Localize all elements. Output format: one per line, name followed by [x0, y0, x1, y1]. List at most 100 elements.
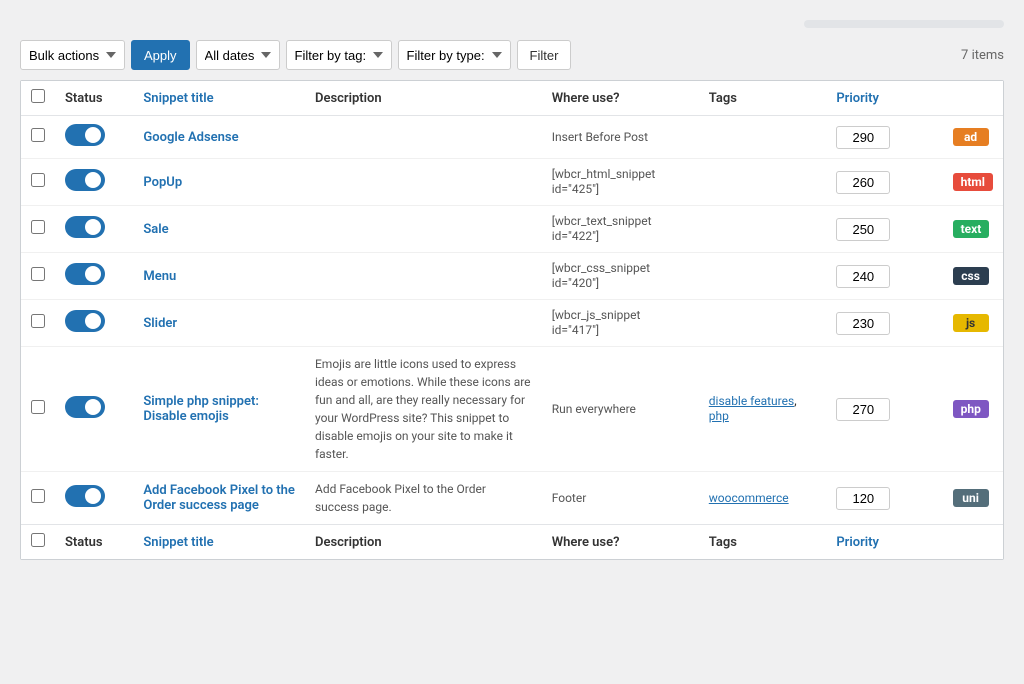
snippets-table: Status Snippet title Description Where u…	[21, 81, 1003, 559]
filter-by-tag-select[interactable]: Filter by tag:	[286, 40, 392, 70]
type-badge: uni	[953, 489, 989, 507]
row-badge-cell: php	[943, 347, 1003, 472]
row-checkbox[interactable]	[31, 267, 45, 281]
row-description-cell	[305, 159, 542, 206]
row-status-cell	[55, 472, 133, 525]
row-title-cell: Simple php snippet: Disable emojis	[133, 347, 305, 472]
status-toggle[interactable]	[65, 169, 105, 191]
priority-input[interactable]	[836, 126, 890, 149]
row-checkbox[interactable]	[31, 128, 45, 142]
table-row: Simple php snippet: Disable emojis Emojis…	[21, 347, 1003, 472]
status-toggle[interactable]	[65, 485, 105, 507]
row-checkbox[interactable]	[31, 489, 45, 503]
row-description-cell	[305, 253, 542, 300]
row-title-cell: Add Facebook Pixel to the Order success …	[133, 472, 305, 525]
priority-input[interactable]	[836, 487, 890, 510]
table-row: Google Adsense Insert Before Post ad	[21, 116, 1003, 159]
table-row: Menu [wbcr_css_snippet id="420"] css	[21, 253, 1003, 300]
row-priority-cell	[826, 472, 942, 525]
row-where-use-cell: [wbcr_html_snippet id="425"]	[542, 159, 699, 206]
row-title-cell: Sale	[133, 206, 305, 253]
row-where-use-text: [wbcr_text_snippet id="422"]	[552, 214, 652, 243]
snippet-title-link[interactable]: Add Facebook Pixel to the Order success …	[143, 483, 295, 513]
row-status-cell	[55, 159, 133, 206]
row-checkbox[interactable]	[31, 220, 45, 234]
footer-type	[943, 525, 1003, 560]
row-description-cell	[305, 116, 542, 159]
snippet-title-link[interactable]: Menu	[143, 269, 176, 284]
tag-link[interactable]: disable features	[709, 394, 794, 408]
row-tags-cell	[699, 300, 827, 347]
row-title-cell: PopUp	[133, 159, 305, 206]
row-priority-cell	[826, 253, 942, 300]
row-tags-cell	[699, 159, 827, 206]
row-priority-cell	[826, 347, 942, 472]
snippet-title-link[interactable]: Slider	[143, 316, 177, 331]
row-badge-cell: ad	[943, 116, 1003, 159]
header-status: Status	[55, 81, 133, 116]
footer-status: Status	[55, 525, 133, 560]
row-status-cell	[55, 253, 133, 300]
row-description-cell	[305, 206, 542, 253]
priority-input[interactable]	[836, 265, 890, 288]
snippet-title-link[interactable]: Sale	[143, 222, 168, 237]
row-where-use-cell: [wbcr_css_snippet id="420"]	[542, 253, 699, 300]
bulk-actions-select[interactable]: Bulk actions	[20, 40, 125, 70]
snippet-title-link[interactable]: Simple php snippet: Disable emojis	[143, 394, 258, 424]
row-where-use-cell: Footer	[542, 472, 699, 525]
row-checkbox[interactable]	[31, 173, 45, 187]
row-tags-cell: woocommerce	[699, 472, 827, 525]
footer-select-all-checkbox[interactable]	[31, 533, 45, 547]
status-toggle[interactable]	[65, 216, 105, 238]
row-tags-cell	[699, 206, 827, 253]
status-toggle[interactable]	[65, 396, 105, 418]
row-status-cell	[55, 206, 133, 253]
status-toggle[interactable]	[65, 124, 105, 146]
priority-input[interactable]	[836, 218, 890, 241]
row-status-cell	[55, 300, 133, 347]
priority-input[interactable]	[836, 398, 890, 421]
header-type	[943, 81, 1003, 116]
status-toggle[interactable]	[65, 310, 105, 332]
header-where-use: Where use?	[542, 81, 699, 116]
row-where-use-cell: Insert Before Post	[542, 116, 699, 159]
row-where-use-text: Footer	[552, 491, 587, 505]
snippet-title-link[interactable]: PopUp	[143, 175, 182, 190]
row-where-use-text: [wbcr_html_snippet id="425"]	[552, 167, 656, 196]
row-description-cell: Emojis are little icons used to express …	[305, 347, 542, 472]
type-badge: css	[953, 267, 989, 285]
header-priority: Priority	[826, 81, 942, 116]
row-where-use-text: [wbcr_css_snippet id="420"]	[552, 261, 650, 290]
priority-input[interactable]	[836, 312, 890, 335]
row-checkbox[interactable]	[31, 400, 45, 414]
select-all-checkbox[interactable]	[31, 89, 45, 103]
type-badge: js	[953, 314, 989, 332]
priority-input[interactable]	[836, 171, 890, 194]
status-toggle[interactable]	[65, 263, 105, 285]
header-tags: Tags	[699, 81, 827, 116]
apply-button[interactable]: Apply	[131, 40, 190, 70]
filter-button[interactable]: Filter	[517, 40, 572, 70]
footer-where-use: Where use?	[542, 525, 699, 560]
row-badge-cell: js	[943, 300, 1003, 347]
row-badge-cell: html	[943, 159, 1003, 206]
snippets-table-wrap: Status Snippet title Description Where u…	[20, 80, 1004, 560]
all-dates-select[interactable]: All dates	[196, 40, 280, 70]
tag-link[interactable]: php	[709, 409, 729, 423]
row-where-use-text: Insert Before Post	[552, 130, 648, 144]
table-header-row: Status Snippet title Description Where u…	[21, 81, 1003, 116]
row-description-cell: Add Facebook Pixel to the Order success …	[305, 472, 542, 525]
row-tags-cell	[699, 116, 827, 159]
table-body: Google Adsense Insert Before Post ad PopUp […	[21, 116, 1003, 525]
footer-tags: Tags	[699, 525, 827, 560]
tag-link[interactable]: woocommerce	[709, 491, 789, 505]
row-status-cell	[55, 347, 133, 472]
row-checkbox[interactable]	[31, 314, 45, 328]
header-checkbox-cell	[21, 81, 55, 116]
table-row: Sale[wbcr_text_snippet id="422"]text	[21, 206, 1003, 253]
filter-by-type-select[interactable]: Filter by type:	[398, 40, 511, 70]
row-title-cell: Menu	[133, 253, 305, 300]
row-where-use-text: Run everywhere	[552, 402, 636, 416]
snippet-title-link[interactable]: Google Adsense	[143, 130, 238, 145]
row-checkbox-cell	[21, 253, 55, 300]
